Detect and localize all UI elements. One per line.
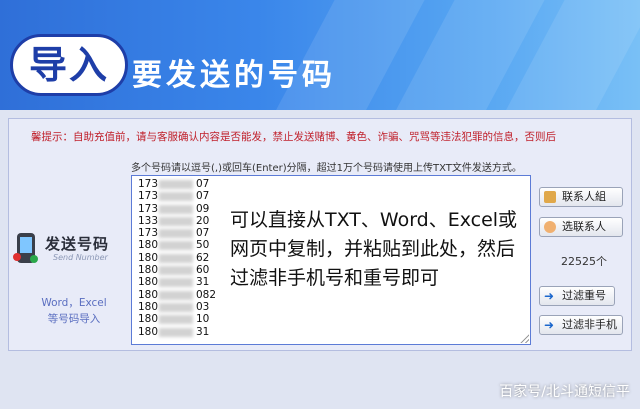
contacts-group-button[interactable]: 联系人組 (539, 187, 623, 207)
number-suffix: 10 (196, 313, 210, 326)
number-row: 180 50 (138, 239, 228, 251)
number-prefix: 173 (138, 190, 159, 203)
select-contacts-button[interactable]: 选联系人 (539, 217, 623, 237)
number-row: 180 60 (138, 264, 228, 276)
number-prefix: 180 (138, 300, 159, 313)
phone-number-textarea[interactable]: 173 07 173 07 173 09 133 20 173 07 180 50 180 62 180 60… (131, 175, 531, 345)
send-number-panel: 馨提示：自助充值前，请与客服确认内容是否能发，禁止发送赌博、黄色、诈骗、咒骂等违… (8, 118, 632, 351)
number-row: 173 09 (138, 203, 228, 215)
logo-title: 发送号码 (45, 235, 110, 253)
number-prefix: 180 (138, 251, 159, 264)
separator-hint: 多个号码请以逗号(,)或回车(Enter)分隔，超过1万个号码请使用上传TXT文… (131, 163, 522, 174)
filter-non-mobile-label: 过滤非手机 (562, 318, 617, 331)
contacts-group-label: 联系人組 (562, 190, 606, 203)
number-suffix: 50 (196, 239, 210, 252)
blurred-digits (159, 216, 193, 226)
arrow-right-icon: ➜ (544, 289, 555, 303)
filter-non-mobile-button[interactable]: ➜ 过滤非手机 (539, 315, 623, 335)
watermark: 百家号/北斗通短信平 (499, 384, 630, 400)
number-row: 133 20 (138, 215, 228, 227)
number-prefix: 173 (138, 178, 159, 190)
number-row: 180 082 (138, 289, 228, 301)
number-suffix: 62 (196, 251, 210, 264)
warning-notice: 馨提示：自助充值前，请与客服确认内容是否能发，禁止发送赌博、黄色、诈骗、咒骂等违… (31, 131, 556, 143)
number-row: 173 07 (138, 190, 228, 202)
import-badge: 导入 (10, 34, 128, 96)
dedupe-button[interactable]: ➜ 过滤重号 (539, 286, 615, 306)
blurred-digits (159, 229, 193, 239)
blurred-digits (159, 327, 193, 337)
send-number-logo: 发送号码 Send Number (13, 231, 129, 271)
folder-icon (544, 191, 556, 203)
number-suffix: 09 (196, 202, 210, 215)
number-prefix: 173 (138, 227, 159, 240)
number-row: 173 07 (138, 227, 228, 239)
import-note: Word，Excel 等号码导入 (19, 295, 129, 327)
number-prefix: 180 (138, 276, 159, 289)
number-suffix: 07 (196, 178, 210, 190)
blurred-digits (159, 192, 193, 202)
page-headline: 要发送的号码 (132, 58, 336, 93)
number-prefix: 180 (138, 288, 159, 301)
number-row: 173 07 (138, 178, 228, 190)
number-suffix: 07 (196, 190, 210, 203)
header-banner: 导入 要发送的号码 (0, 0, 640, 110)
resize-handle[interactable] (520, 334, 529, 343)
number-suffix: 03 (196, 300, 210, 313)
number-prefix: 133 (138, 214, 159, 227)
number-suffix: 31 (196, 325, 210, 338)
arrow-right-icon: ➜ (544, 318, 555, 332)
number-suffix: 60 (196, 264, 210, 277)
blurred-digits (159, 266, 193, 276)
number-prefix: 180 (138, 325, 159, 338)
paste-instructions: 可以直接从TXT、Word、Excel或网页中复制，并粘贴到此处，然后过滤非手机… (230, 209, 518, 289)
number-row: 180 10 (138, 313, 228, 325)
number-prefix: 180 (138, 239, 159, 252)
number-row: 180 03 (138, 301, 228, 313)
import-note-line2: 等号码导入 (47, 313, 101, 325)
number-row: 180 31 (138, 326, 228, 338)
number-prefix: 180 (138, 264, 159, 277)
select-contacts-label: 选联系人 (562, 220, 606, 233)
badge-text: 导入 (28, 43, 109, 87)
number-count: 22525个 (561, 255, 607, 268)
blurred-digits (159, 278, 193, 288)
blurred-digits (159, 241, 193, 251)
number-suffix: 082 (196, 288, 217, 301)
logo-subtitle: Send Number (53, 253, 108, 262)
number-list: 173 07 173 07 173 09 133 20 173 07 180 50 180 62 180 60… (138, 178, 228, 338)
number-suffix: 31 (196, 276, 210, 289)
blurred-digits (159, 290, 193, 300)
number-row: 180 31 (138, 276, 228, 288)
number-suffix: 07 (196, 227, 210, 240)
import-note-line1: Word，Excel (41, 297, 107, 309)
dedupe-label: 过滤重号 (562, 289, 606, 302)
person-icon (544, 221, 556, 233)
blurred-digits (159, 180, 193, 189)
blurred-digits (159, 315, 193, 325)
number-prefix: 180 (138, 313, 159, 326)
blurred-digits (159, 253, 193, 263)
number-prefix: 173 (138, 202, 159, 215)
blurred-digits (159, 204, 193, 214)
number-suffix: 20 (196, 214, 210, 227)
number-row: 180 62 (138, 252, 228, 264)
blurred-digits (159, 302, 193, 312)
phone-icon (13, 233, 38, 263)
